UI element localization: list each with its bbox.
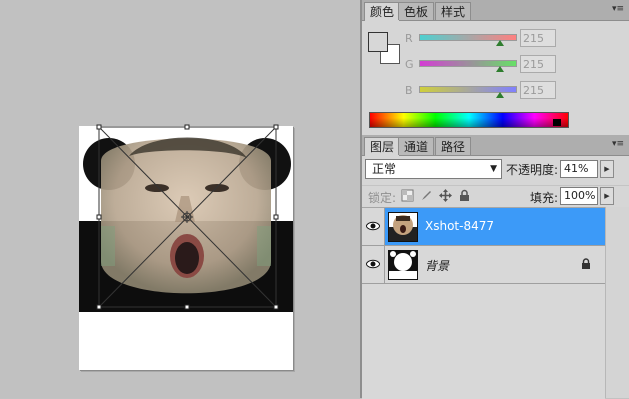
channel-value-b[interactable]: 215	[520, 81, 556, 99]
channel-label: G	[405, 58, 414, 71]
opacity-field[interactable]: 41%	[560, 160, 598, 178]
layer-row-xshot[interactable]: Xshot-8477	[362, 208, 605, 246]
lock-label: 锁定:	[368, 191, 397, 205]
transform-handle-left[interactable]	[96, 214, 102, 220]
channel-value-r[interactable]: 215	[520, 29, 556, 47]
lock-all-icon[interactable]	[458, 189, 471, 202]
channel-row-g: G 215	[362, 55, 629, 77]
fill-label: 填充:	[530, 191, 559, 205]
blend-mode-select[interactable]: 正常 ▼	[365, 159, 502, 179]
color-panel: 颜色 色板 样式 ▾≡ R 215 G 215 B 215	[362, 0, 629, 133]
transform-handle-top-right[interactable]	[273, 124, 279, 130]
lock-transparent-pixels-icon[interactable]	[401, 189, 414, 202]
eye-icon	[366, 259, 380, 269]
chevron-down-icon: ▼	[490, 164, 497, 174]
channel-label: R	[405, 32, 413, 45]
blend-mode-value: 正常	[372, 162, 397, 176]
transform-handle-right[interactable]	[273, 214, 279, 220]
channel-value-g[interactable]: 215	[520, 55, 556, 73]
transform-handle-top[interactable]	[184, 124, 190, 130]
color-panel-tabbar: 颜色 色板 样式 ▾≡	[362, 0, 629, 21]
free-transform-box[interactable]	[79, 124, 293, 370]
layer-row-background[interactable]: 背景	[362, 246, 605, 284]
opacity-slider-arrow-icon[interactable]: ▶	[600, 160, 614, 178]
opacity-label: 不透明度:	[506, 163, 559, 177]
channel-slider-thumb-r[interactable]	[495, 40, 504, 46]
channel-slider-thumb-g[interactable]	[495, 66, 504, 72]
panel-menu-icon[interactable]: ▾≡	[611, 138, 625, 150]
layer-list-scrollbar[interactable]	[605, 207, 629, 398]
right-panel-dock: 颜色 色板 样式 ▾≡ R 215 G 215 B 215 图层 通道 路径 ▾…	[362, 0, 629, 399]
channel-slider-thumb-b[interactable]	[495, 92, 504, 98]
channel-label: B	[405, 84, 413, 97]
layers-panel: 图层 通道 路径 ▾≡ 正常 ▼ 不透明度: 41% ▶ 锁定: 填充: 100…	[362, 135, 629, 399]
channel-row-r: R 215	[362, 29, 629, 51]
layer-thumbnail-background	[388, 250, 418, 280]
transform-handle-bottom-left[interactable]	[96, 304, 102, 310]
tab-paths[interactable]: 路径	[435, 137, 472, 155]
fill-slider-arrow-icon[interactable]: ▶	[600, 187, 614, 205]
tab-channels[interactable]: 通道	[398, 137, 435, 155]
tab-swatches[interactable]: 色板	[398, 2, 435, 20]
eye-icon	[366, 221, 380, 231]
color-spectrum-bar[interactable]	[369, 112, 569, 128]
layer-thumbnail-xshot	[388, 212, 418, 242]
lock-row: 锁定: 填充: 100% ▶	[362, 185, 629, 206]
fill-field[interactable]: 100%	[560, 187, 598, 205]
visibility-toggle[interactable]	[362, 246, 385, 283]
transform-handle-bottom[interactable]	[184, 304, 190, 310]
tab-styles[interactable]: 样式	[435, 2, 472, 20]
visibility-toggle[interactable]	[362, 208, 385, 245]
document-canvas[interactable]	[79, 124, 293, 370]
tab-color[interactable]: 颜色	[364, 2, 401, 21]
lock-icon	[582, 258, 590, 269]
tab-layers[interactable]: 图层	[364, 137, 401, 156]
transform-handle-top-left[interactable]	[96, 124, 102, 130]
lock-position-move-icon[interactable]	[439, 189, 452, 202]
layers-panel-tabbar: 图层 通道 路径 ▾≡	[362, 135, 629, 156]
spectrum-black-white-chip[interactable]	[553, 119, 561, 126]
layer-name[interactable]: 背景	[425, 257, 449, 274]
panel-menu-icon[interactable]: ▾≡	[611, 3, 625, 15]
layer-name[interactable]: Xshot-8477	[425, 219, 494, 233]
channel-row-b: B 215	[362, 81, 629, 103]
layer-list: Xshot-8477 背景	[362, 207, 605, 399]
lock-image-pixels-brush-icon[interactable]	[420, 189, 433, 202]
transform-handle-bottom-right[interactable]	[273, 304, 279, 310]
canvas-area[interactable]	[0, 0, 360, 398]
